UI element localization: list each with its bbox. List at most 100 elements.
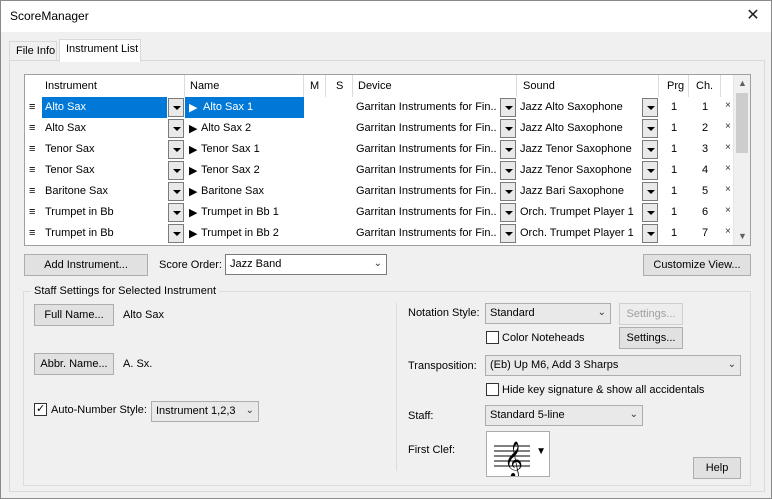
table-row[interactable]: ≡ Trumpet in Bb ▶ Trumpet in Bb 2 Garritan I… (25, 223, 734, 244)
device-cell[interactable]: Garritan Instruments for Fin... (353, 202, 497, 223)
table-row[interactable]: ≡ Trumpet in Bb ▶ Trumpet in Bb 1 Garritan I… (25, 202, 734, 223)
instrument-cell[interactable]: Trumpet in Bb (42, 223, 167, 244)
add-instrument-button[interactable]: Add Instrument... (24, 254, 148, 276)
dropdown-arrow-icon[interactable] (642, 161, 658, 180)
remove-instrument-icon[interactable]: × (725, 205, 731, 216)
device-cell[interactable]: Garritan Instruments for Fin... (353, 139, 497, 160)
drag-handle-icon[interactable]: ≡ (29, 139, 41, 160)
mute-cell[interactable] (304, 223, 326, 244)
dropdown-arrow-icon[interactable] (168, 224, 184, 243)
drag-handle-icon[interactable]: ≡ (29, 202, 41, 223)
customize-view-button[interactable]: Customize View... (643, 254, 751, 276)
dropdown-arrow-icon[interactable] (168, 203, 184, 222)
transposition-select[interactable]: (Eb) Up M6, Add 3 Sharps ⌄ (485, 355, 741, 376)
dropdown-arrow-icon[interactable] (642, 224, 658, 243)
remove-instrument-icon[interactable]: × (725, 163, 731, 174)
remove-instrument-icon[interactable]: × (725, 100, 731, 111)
dropdown-arrow-icon[interactable] (500, 119, 516, 138)
channel-cell[interactable]: 3 (689, 139, 721, 160)
name-cell[interactable]: Baritone Sax (201, 181, 303, 202)
grid-vertical-scrollbar[interactable]: ▲ ▼ (733, 75, 750, 245)
mute-cell[interactable] (304, 160, 326, 181)
device-cell[interactable]: Garritan Instruments for Fin... (353, 181, 497, 202)
staff-select[interactable]: Standard 5-line ⌄ (485, 405, 643, 426)
instrument-cell[interactable]: Alto Sax (42, 118, 167, 139)
header-s[interactable]: S (326, 75, 353, 97)
instrument-cell[interactable]: Alto Sax (42, 97, 167, 118)
auto-number-select[interactable]: Instrument 1,2,3 ⌄ (151, 401, 259, 422)
instrument-cell[interactable]: Trumpet in Bb (42, 202, 167, 223)
header-sound[interactable]: Sound (517, 75, 659, 97)
program-cell[interactable]: 1 (659, 118, 689, 139)
sound-cell[interactable]: Jazz Tenor Saxophone (517, 139, 640, 160)
auto-number-checkbox[interactable]: ✓ (34, 403, 47, 416)
mute-cell[interactable] (304, 118, 326, 139)
header-name[interactable]: Name (185, 75, 304, 97)
dropdown-arrow-icon[interactable] (500, 224, 516, 243)
name-cell[interactable]: Tenor Sax 1 (201, 139, 303, 160)
solo-cell[interactable] (326, 97, 353, 118)
instrument-grid[interactable]: Instrument Name M S Device Sound Prg Ch.… (24, 74, 751, 246)
channel-cell[interactable]: 5 (689, 181, 721, 202)
help-button[interactable]: Help (693, 457, 741, 479)
device-cell[interactable]: Garritan Instruments for Fin... (353, 160, 497, 181)
dropdown-arrow-icon[interactable] (500, 203, 516, 222)
solo-cell[interactable] (326, 181, 353, 202)
first-clef-picker[interactable]: 𝄞 ▼ (486, 431, 550, 477)
tab-instrument-list[interactable]: Instrument List (59, 39, 141, 62)
solo-cell[interactable] (326, 139, 353, 160)
dropdown-arrow-icon[interactable] (168, 161, 184, 180)
name-cell[interactable]: Trumpet in Bb 2 (201, 223, 303, 244)
dropdown-arrow-icon[interactable] (168, 119, 184, 138)
header-device[interactable]: Device (353, 75, 517, 97)
device-cell[interactable]: Garritan Instruments for Fin... (353, 118, 497, 139)
scroll-down-icon[interactable]: ▼ (734, 228, 751, 245)
dropdown-arrow-icon[interactable] (500, 140, 516, 159)
sound-cell[interactable]: Jazz Alto Saxophone (517, 118, 640, 139)
header-prg[interactable]: Prg (659, 75, 689, 97)
channel-cell[interactable]: 2 (689, 118, 721, 139)
solo-cell[interactable] (326, 223, 353, 244)
device-cell[interactable]: Garritan Instruments for Fin... (353, 223, 497, 244)
name-cell[interactable]: Alto Sax 1 (185, 97, 304, 118)
remove-instrument-icon[interactable]: × (725, 184, 731, 195)
dropdown-arrow-icon[interactable] (168, 98, 184, 117)
channel-cell[interactable]: 4 (689, 160, 721, 181)
drag-handle-icon[interactable]: ≡ (29, 97, 41, 118)
abbr-name-button[interactable]: Abbr. Name... (34, 353, 114, 375)
header-instrument[interactable]: Instrument (25, 75, 185, 97)
remove-instrument-icon[interactable]: × (725, 142, 731, 153)
name-cell[interactable]: Tenor Sax 2 (201, 160, 303, 181)
expand-icon[interactable]: ▶ (189, 160, 199, 181)
name-cell[interactable]: Alto Sax 2 (201, 118, 303, 139)
solo-cell[interactable] (326, 202, 353, 223)
expand-icon[interactable]: ▶ (189, 118, 199, 139)
expand-icon[interactable]: ▶ (189, 97, 199, 118)
program-cell[interactable]: 1 (659, 202, 689, 223)
score-order-select[interactable]: Jazz Band ⌄ (225, 254, 387, 275)
remove-instrument-icon[interactable]: × (725, 121, 731, 132)
dropdown-arrow-icon[interactable] (500, 161, 516, 180)
mute-cell[interactable] (304, 97, 326, 118)
mute-cell[interactable] (304, 139, 326, 160)
table-row[interactable]: ≡ Tenor Sax ▶ Tenor Sax 1 Garritan Instrumen… (25, 139, 734, 160)
solo-cell[interactable] (326, 160, 353, 181)
expand-icon[interactable]: ▶ (189, 181, 199, 202)
dropdown-arrow-icon[interactable] (642, 98, 658, 117)
drag-handle-icon[interactable]: ≡ (29, 223, 41, 244)
instrument-cell[interactable]: Tenor Sax (42, 139, 167, 160)
notation-style-select[interactable]: Standard ⌄ (485, 303, 611, 324)
channel-cell[interactable]: 1 (689, 97, 721, 118)
drag-handle-icon[interactable]: ≡ (29, 181, 41, 202)
color-settings-button[interactable]: Settings... (619, 327, 683, 349)
device-cell[interactable]: Garritan Instruments for Fin... (353, 97, 497, 118)
sound-cell[interactable]: Orch. Trumpet Player 1 (517, 202, 640, 223)
solo-cell[interactable] (326, 118, 353, 139)
expand-icon[interactable]: ▶ (189, 139, 199, 160)
dropdown-arrow-icon[interactable] (642, 119, 658, 138)
table-row[interactable]: ≡ Baritone Sax ▶ Baritone Sax Garritan Instr… (25, 181, 734, 202)
remove-instrument-icon[interactable]: × (725, 226, 731, 237)
tab-file-info[interactable]: File Info (9, 41, 57, 61)
name-cell[interactable]: Trumpet in Bb 1 (201, 202, 303, 223)
hide-key-signature-checkbox[interactable] (486, 383, 499, 396)
